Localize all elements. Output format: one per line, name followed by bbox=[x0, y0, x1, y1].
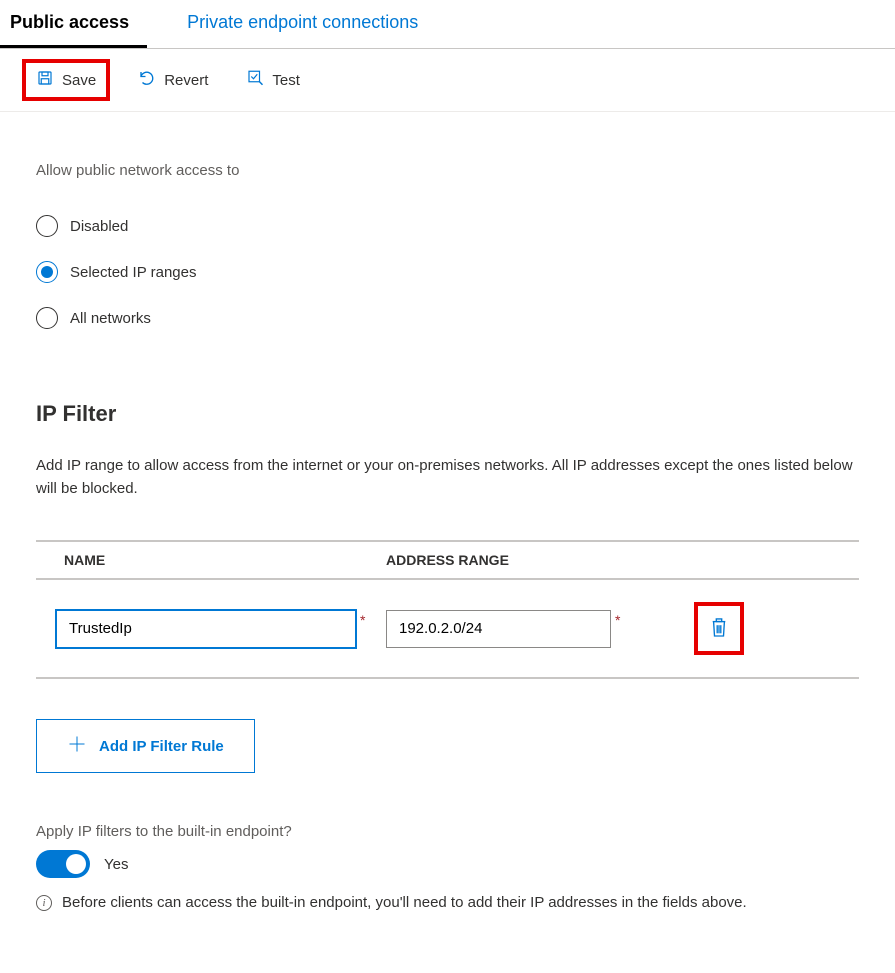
radio-label: Disabled bbox=[70, 218, 128, 235]
column-address: ADDRESS RANGE bbox=[386, 552, 686, 568]
radio-disabled[interactable]: Disabled bbox=[36, 203, 859, 249]
radio-label: Selected IP ranges bbox=[70, 264, 196, 281]
radio-selected-ip[interactable]: Selected IP ranges bbox=[36, 249, 859, 295]
radio-all-networks[interactable]: All networks bbox=[36, 295, 859, 341]
builtin-endpoint-label: Apply IP filters to the built-in endpoin… bbox=[36, 823, 859, 840]
add-ip-filter-button[interactable]: Add IP Filter Rule bbox=[36, 719, 255, 773]
column-name: NAME bbox=[36, 552, 386, 568]
plus-icon bbox=[67, 734, 87, 758]
tab-private-endpoint[interactable]: Private endpoint connections bbox=[181, 0, 436, 48]
access-heading: Allow public network access to bbox=[36, 162, 859, 179]
test-icon bbox=[246, 69, 264, 91]
ip-filter-heading: IP Filter bbox=[36, 401, 859, 427]
required-indicator: * bbox=[615, 612, 620, 628]
radio-icon bbox=[36, 215, 58, 237]
radio-icon bbox=[36, 261, 58, 283]
toggle-knob bbox=[66, 854, 86, 874]
test-label: Test bbox=[272, 72, 300, 89]
toggle-value: Yes bbox=[104, 856, 128, 873]
add-button-label: Add IP Filter Rule bbox=[99, 738, 224, 755]
builtin-info-text: Before clients can access the built-in e… bbox=[62, 892, 747, 915]
tabs: Public access Private endpoint connectio… bbox=[0, 0, 895, 49]
test-button[interactable]: Test bbox=[236, 63, 310, 97]
delete-button[interactable] bbox=[710, 616, 728, 641]
access-radio-group: Disabled Selected IP ranges All networks bbox=[36, 203, 859, 341]
address-input[interactable] bbox=[386, 610, 611, 648]
tab-public-access[interactable]: Public access bbox=[0, 0, 147, 48]
revert-icon bbox=[138, 69, 156, 91]
required-indicator: * bbox=[360, 612, 365, 628]
revert-label: Revert bbox=[164, 72, 208, 89]
radio-icon bbox=[36, 307, 58, 329]
info-icon: i bbox=[36, 895, 52, 911]
builtin-endpoint-toggle[interactable] bbox=[36, 850, 90, 878]
radio-label: All networks bbox=[70, 310, 151, 327]
trash-icon bbox=[710, 625, 728, 641]
revert-button[interactable]: Revert bbox=[128, 63, 218, 97]
save-icon bbox=[36, 69, 54, 91]
ip-filter-description: Add IP range to allow access from the in… bbox=[36, 455, 859, 500]
save-label: Save bbox=[62, 72, 96, 89]
save-button[interactable]: Save bbox=[22, 59, 110, 101]
builtin-info: i Before clients can access the built-in… bbox=[36, 892, 859, 915]
delete-highlight bbox=[694, 602, 744, 655]
name-input[interactable] bbox=[56, 610, 356, 648]
ip-filter-table: NAME ADDRESS RANGE * * bbox=[36, 540, 859, 679]
table-row: * * bbox=[36, 580, 859, 679]
toolbar: Save Revert Test bbox=[0, 49, 895, 112]
